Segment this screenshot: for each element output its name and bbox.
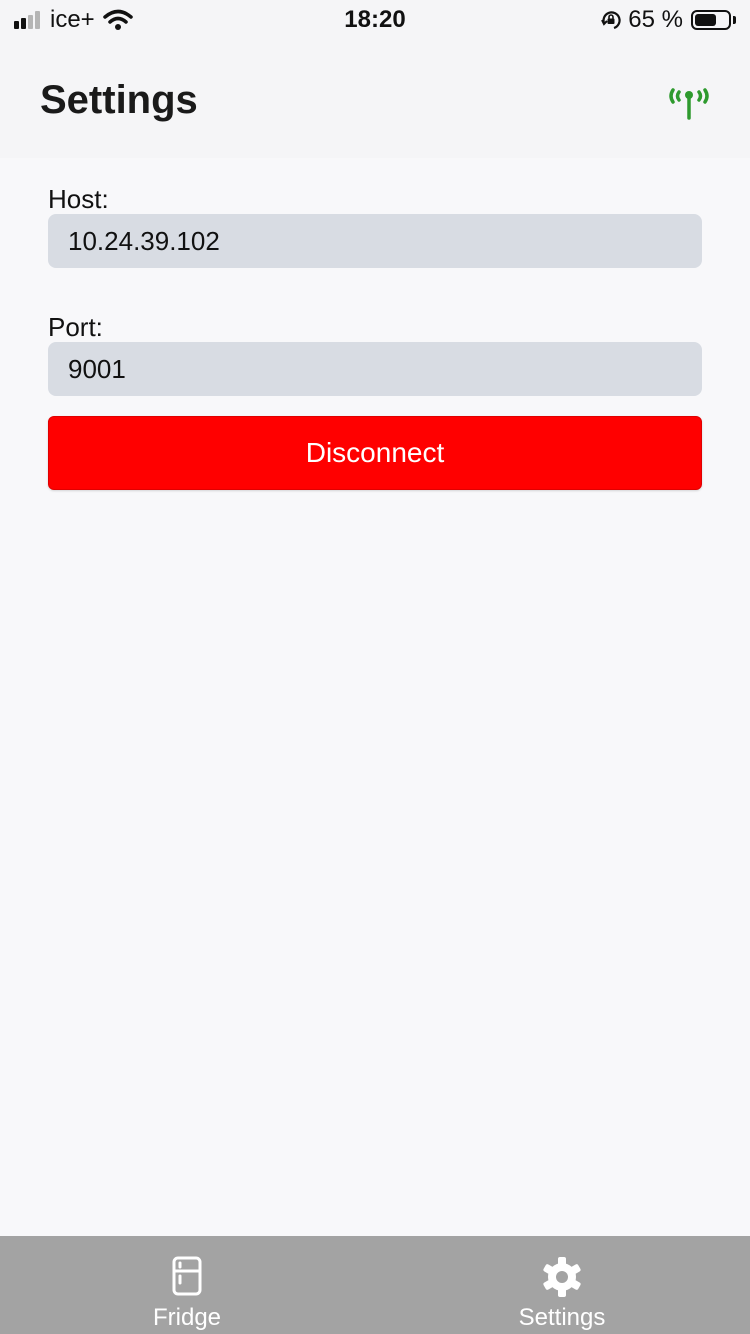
navigation-header: Settings	[0, 40, 750, 158]
host-label: Host:	[48, 184, 109, 214]
tab-fridge-label: Fridge	[152, 1304, 222, 1331]
orientation-lock-icon	[601, 11, 621, 30]
host-input[interactable]	[48, 214, 702, 268]
port-label: Port:	[48, 312, 103, 342]
fridge-icon	[172, 1256, 202, 1296]
status-right: 65 %	[600, 6, 736, 34]
battery-icon	[691, 10, 731, 30]
port-input[interactable]	[48, 342, 702, 396]
tab-bar: Fridge Settings	[0, 1236, 750, 1334]
status-bar: ice+ 18:20 65 %	[0, 0, 750, 40]
tab-fridge[interactable]: Fridge	[87, 1236, 287, 1334]
tab-settings-label: Settings	[518, 1304, 606, 1331]
tab-settings[interactable]: Settings	[462, 1236, 662, 1334]
disconnect-button[interactable]: Disconnect	[48, 416, 702, 490]
gear-icon	[543, 1257, 581, 1297]
antenna-icon[interactable]	[664, 82, 714, 120]
page-title: Settings	[40, 78, 198, 122]
battery-percent: 65 %	[628, 6, 683, 33]
battery-cap	[733, 16, 736, 24]
